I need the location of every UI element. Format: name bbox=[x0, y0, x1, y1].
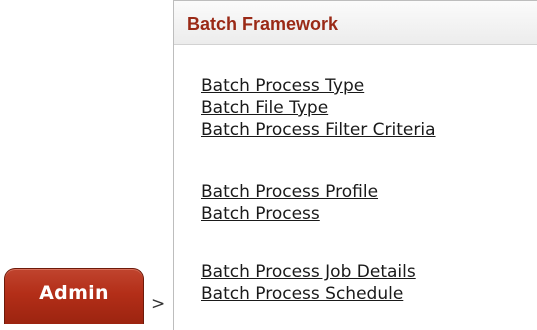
link-group-jobs: Batch Process Job Details Batch Process … bbox=[201, 261, 416, 305]
panel-title: Batch Framework bbox=[174, 1, 537, 45]
admin-tab[interactable]: Admin bbox=[4, 268, 144, 324]
link-batch-process-filter-criteria[interactable]: Batch Process Filter Criteria bbox=[201, 119, 436, 141]
batch-framework-panel: Batch Framework Batch Process Type Batch… bbox=[173, 0, 537, 330]
breadcrumb-separator: > bbox=[151, 294, 166, 314]
link-batch-process-profile[interactable]: Batch Process Profile bbox=[201, 181, 378, 203]
link-batch-file-type[interactable]: Batch File Type bbox=[201, 97, 436, 119]
link-batch-process-schedule[interactable]: Batch Process Schedule bbox=[201, 283, 416, 305]
link-group-setup: Batch Process Type Batch File Type Batch… bbox=[201, 75, 436, 141]
link-batch-process[interactable]: Batch Process bbox=[201, 203, 378, 225]
link-batch-process-job-details[interactable]: Batch Process Job Details bbox=[201, 261, 416, 283]
link-batch-process-type[interactable]: Batch Process Type bbox=[201, 75, 436, 97]
link-group-profile: Batch Process Profile Batch Process bbox=[201, 181, 378, 225]
